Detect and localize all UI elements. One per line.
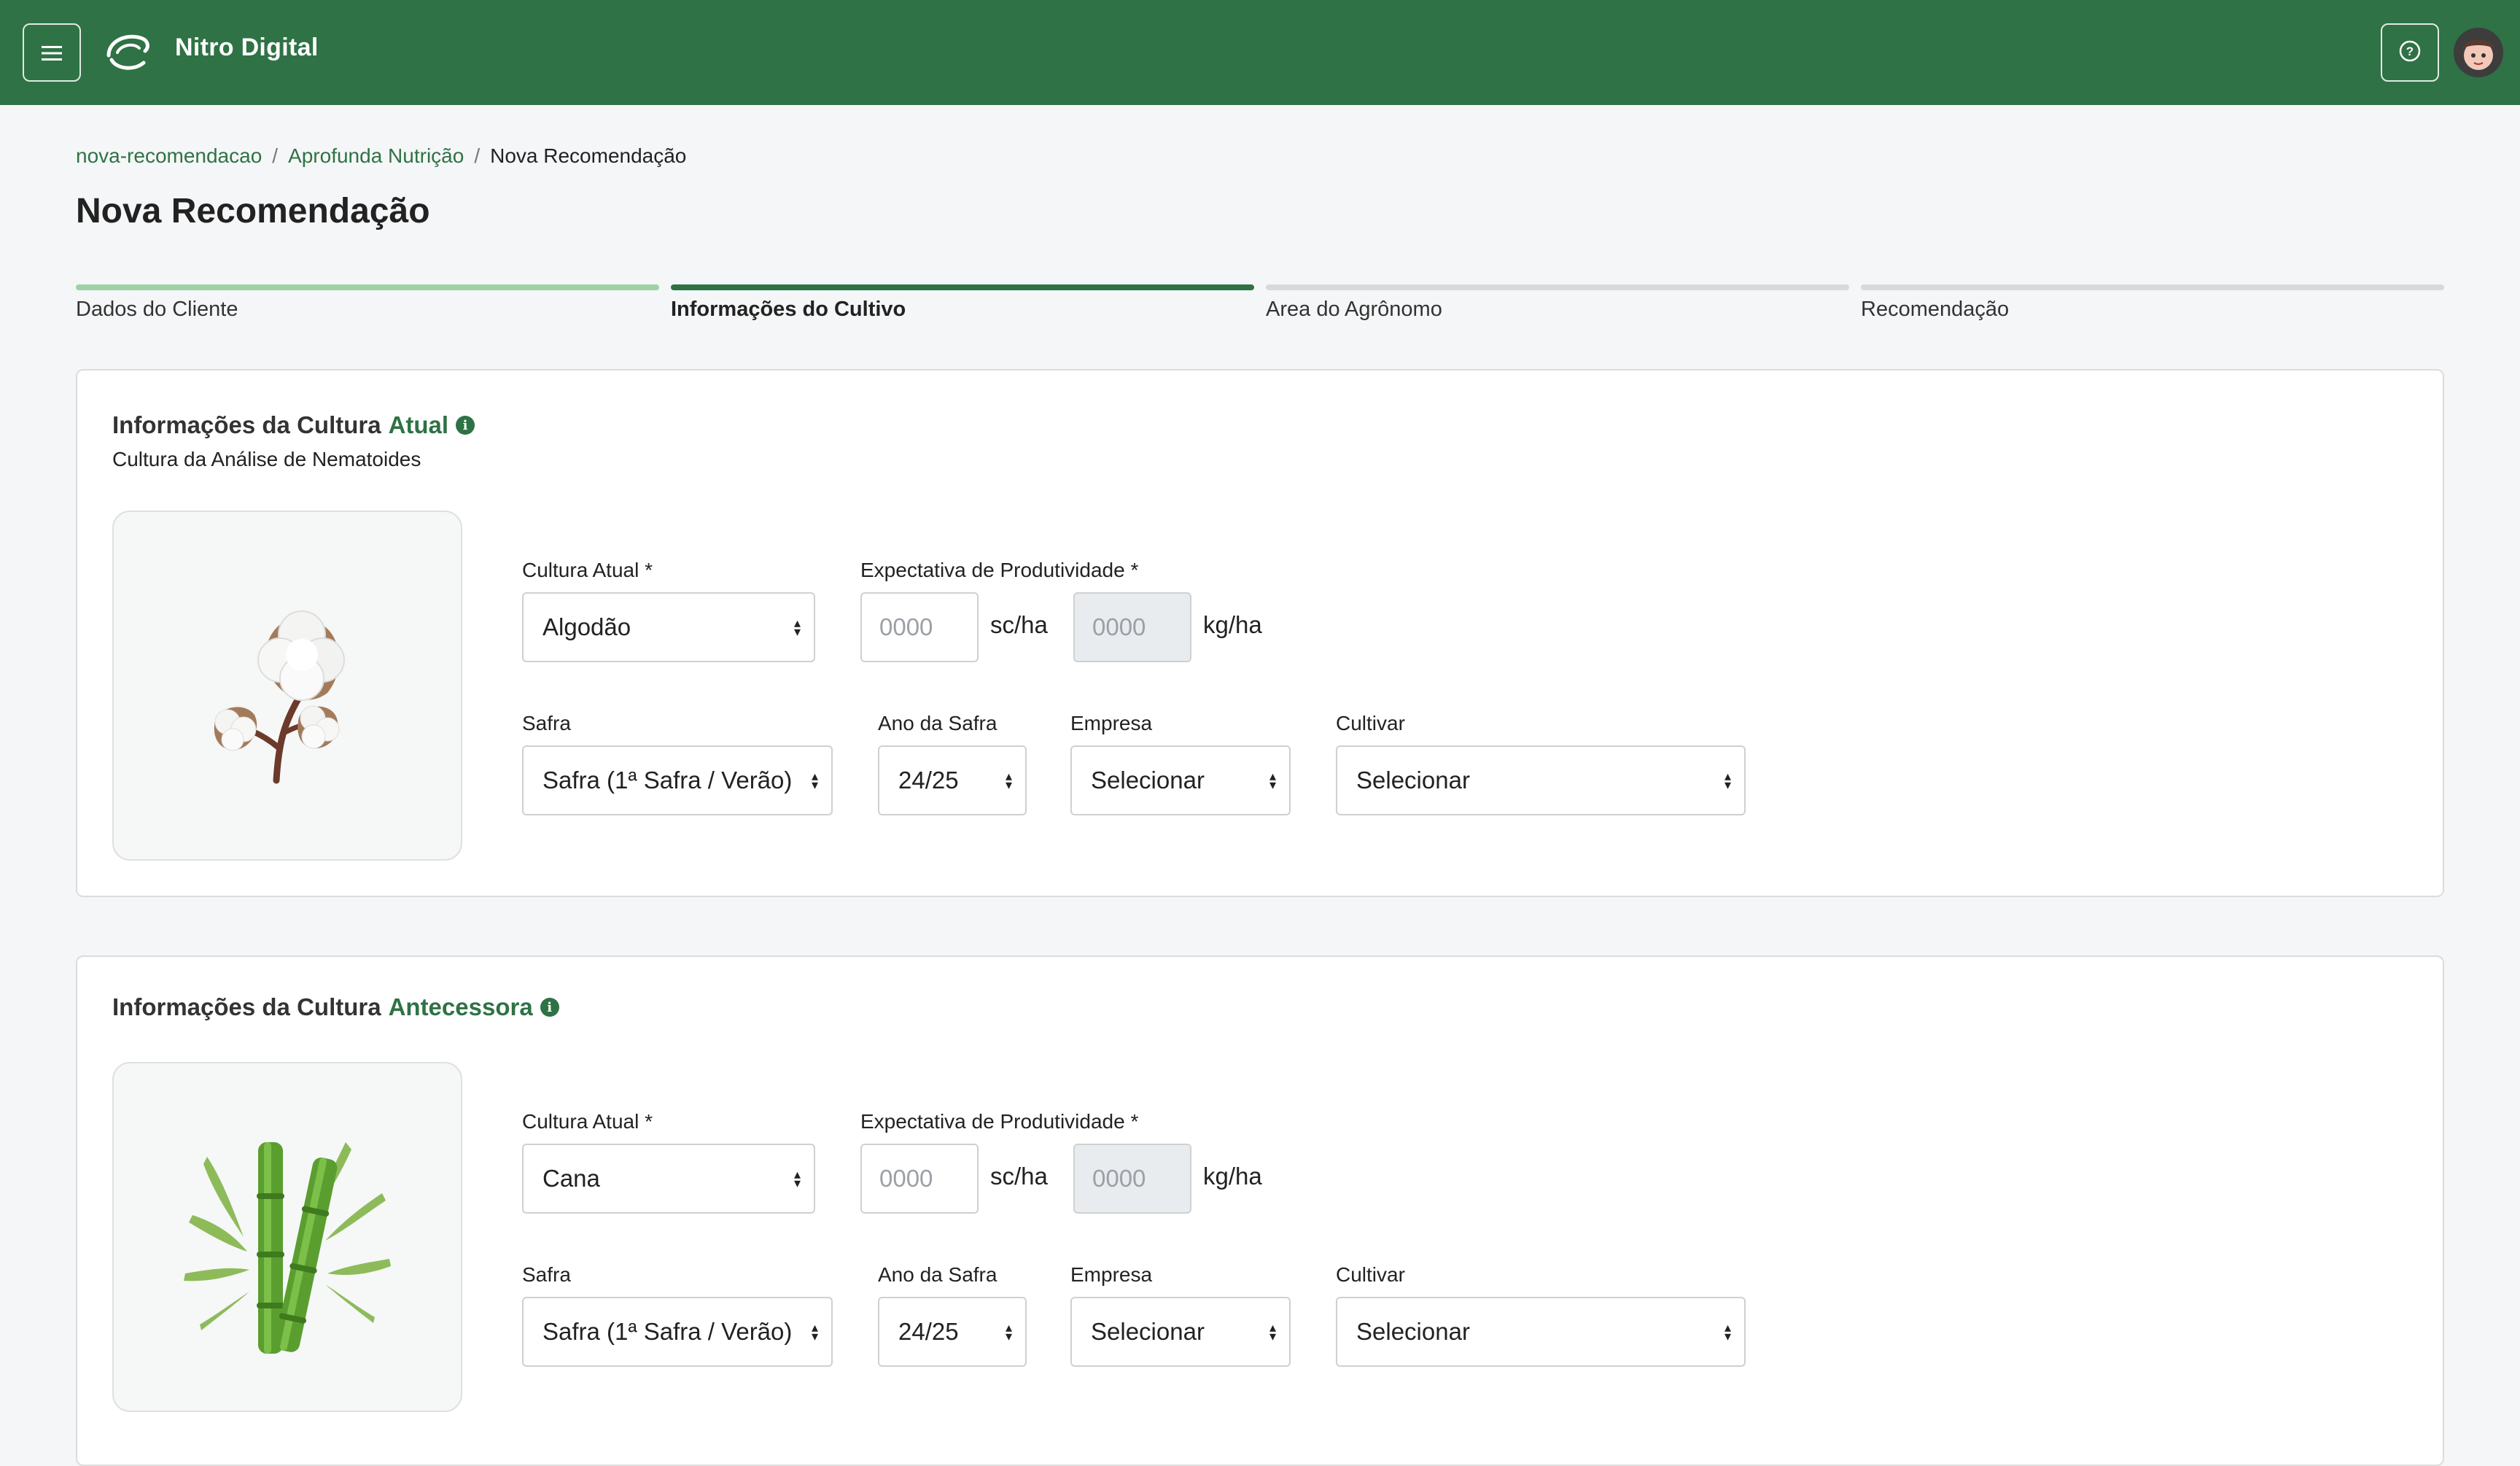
select-arrows-icon: ▴ ▾ [1269, 1320, 1276, 1343]
cultivar-label: Cultivar [1336, 712, 1405, 734]
card-title: Informações da Cultura Atual i [112, 411, 475, 439]
brand-logo-icon [104, 31, 151, 74]
safra-label: Safra [522, 1263, 571, 1286]
cultivar-value: Selecionar [1356, 767, 1470, 794]
top-header: Nitro Digital ? [0, 0, 2520, 105]
select-arrows-icon: ▴ ▾ [1724, 1320, 1731, 1343]
previous-crop-card: Informações da Cultura Antecessora i Cul… [76, 955, 2444, 1466]
cultura-value: Cana [542, 1165, 600, 1192]
step-bar [1266, 284, 1849, 290]
productivity-kg-input: 0000 [1073, 592, 1191, 662]
step-bar [671, 284, 1254, 290]
productivity-sc-placeholder: 0000 [879, 613, 933, 640]
sc-unit: sc/ha [990, 611, 1048, 638]
cultura-value: Algodão [542, 613, 631, 640]
step-label: Recomendação [1861, 298, 2010, 321]
empresa-label: Empresa [1070, 1263, 1153, 1286]
progress-stepper: Dados do Cliente Informações do Cultivo … [76, 284, 2444, 328]
card-subtitle: Cultura da Análise de Nematoides [112, 448, 421, 470]
breadcrumb: nova-recomendacao / Aprofunda Nutrição /… [76, 144, 686, 168]
safra-select[interactable]: Safra (1ª Safra / Verão) ▴ ▾ [522, 745, 833, 815]
breadcrumb-link-aprofunda[interactable]: Aprofunda Nutrição [288, 144, 464, 168]
step-label: Dados do Cliente [76, 298, 238, 321]
card-title: Informações da Cultura Antecessora i [112, 993, 559, 1021]
breadcrumb-current: Nova Recomendação [490, 144, 687, 167]
select-arrows-icon: ▴ ▾ [793, 1167, 801, 1190]
card-title-accent: Atual [388, 411, 449, 438]
step-informacoes-cultivo[interactable]: Informações do Cultivo [671, 284, 1254, 322]
empresa-select[interactable]: Selecionar ▴ ▾ [1070, 1297, 1291, 1367]
user-avatar[interactable] [2454, 28, 2503, 77]
breadcrumb-separator: / [272, 144, 279, 167]
cultura-select[interactable]: Algodão ▴ ▾ [522, 592, 815, 662]
select-arrows-icon: ▴ ▾ [1269, 769, 1276, 792]
hamburger-icon [42, 38, 62, 67]
step-bar [1861, 284, 2444, 290]
productivity-kg-placeholder: 0000 [1092, 613, 1146, 640]
step-label: Area do Agrônomo [1266, 298, 1442, 321]
productivity-kg-input: 0000 [1073, 1144, 1191, 1214]
step-area-agronomo[interactable]: Area do Agrônomo [1266, 284, 1849, 322]
productivity-sc-placeholder: 0000 [879, 1165, 933, 1192]
safra-value: Safra (1ª Safra / Verão) [542, 1318, 793, 1345]
productivity-sc-input[interactable]: 0000 [860, 592, 979, 662]
select-arrows-icon: ▴ ▾ [1005, 1320, 1012, 1343]
ano-safra-label: Ano da Safra [878, 712, 998, 734]
card-title-prefix: Informações da Cultura [112, 411, 381, 438]
page-title: Nova Recomendação [76, 192, 430, 230]
current-crop-card: Informações da Cultura Atual i Cultura d… [76, 369, 2444, 897]
expectativa-label: Expectativa de Produtividade * [860, 1110, 1139, 1133]
menu-button[interactable] [23, 23, 81, 82]
breadcrumb-separator: / [474, 144, 481, 167]
ano-safra-value: 24/25 [898, 1318, 959, 1345]
kg-unit: kg/ha [1203, 1163, 1262, 1190]
cultivar-select[interactable]: Selecionar ▴ ▾ [1336, 1297, 1746, 1367]
safra-value: Safra (1ª Safra / Verão) [542, 767, 793, 794]
info-icon[interactable]: i [456, 416, 475, 435]
safra-select[interactable]: Safra (1ª Safra / Verão) ▴ ▾ [522, 1297, 833, 1367]
empresa-label: Empresa [1070, 712, 1153, 734]
productivity-kg-placeholder: 0000 [1092, 1165, 1146, 1192]
brand-name: Nitro Digital [175, 34, 319, 61]
help-button[interactable]: ? [2381, 23, 2439, 82]
cultivar-value: Selecionar [1356, 1318, 1470, 1345]
sc-unit: sc/ha [990, 1163, 1048, 1190]
empresa-select[interactable]: Selecionar ▴ ▾ [1070, 745, 1291, 815]
empresa-value: Selecionar [1091, 767, 1205, 794]
select-arrows-icon: ▴ ▾ [793, 616, 801, 639]
select-arrows-icon: ▴ ▾ [811, 769, 818, 792]
select-arrows-icon: ▴ ▾ [1724, 769, 1731, 792]
empresa-value: Selecionar [1091, 1318, 1205, 1345]
ano-safra-value: 24/25 [898, 767, 959, 794]
sugarcane-plant-image [112, 1062, 462, 1412]
card-title-prefix: Informações da Cultura [112, 993, 381, 1020]
step-dados-cliente[interactable]: Dados do Cliente [76, 284, 659, 322]
cultura-label: Cultura Atual * [522, 1110, 653, 1133]
ano-safra-select[interactable]: 24/25 ▴ ▾ [878, 745, 1027, 815]
card-title-accent: Antecessora [388, 993, 533, 1020]
cultivar-select[interactable]: Selecionar ▴ ▾ [1336, 745, 1746, 815]
help-circle-icon: ? [2398, 39, 2422, 66]
cotton-plant-image [112, 511, 462, 861]
select-arrows-icon: ▴ ▾ [811, 1320, 818, 1343]
ano-safra-select[interactable]: 24/25 ▴ ▾ [878, 1297, 1027, 1367]
cultura-select[interactable]: Cana ▴ ▾ [522, 1144, 815, 1214]
breadcrumb-link-root[interactable]: nova-recomendacao [76, 144, 262, 168]
info-icon[interactable]: i [540, 998, 559, 1017]
safra-label: Safra [522, 712, 571, 734]
cultura-label: Cultura Atual * [522, 559, 653, 581]
select-arrows-icon: ▴ ▾ [1005, 769, 1012, 792]
svg-text:?: ? [2406, 44, 2414, 58]
expectativa-label: Expectativa de Produtividade * [860, 559, 1139, 581]
step-recomendacao[interactable]: Recomendação [1861, 284, 2444, 322]
productivity-sc-input[interactable]: 0000 [860, 1144, 979, 1214]
step-label: Informações do Cultivo [671, 298, 906, 321]
kg-unit: kg/ha [1203, 611, 1262, 638]
step-bar [76, 284, 659, 290]
cultivar-label: Cultivar [1336, 1263, 1405, 1286]
ano-safra-label: Ano da Safra [878, 1263, 998, 1286]
